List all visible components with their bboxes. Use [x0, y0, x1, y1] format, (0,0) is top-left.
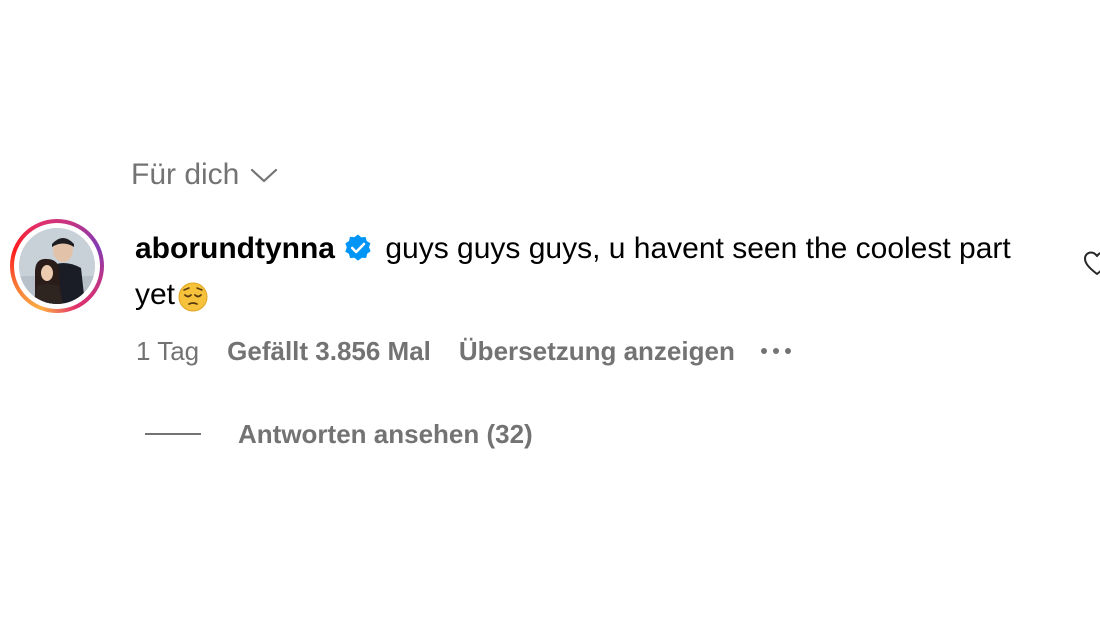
comment-timestamp: 1 Tag: [136, 336, 200, 366]
heart-icon[interactable]: [1082, 248, 1100, 278]
chevron-down-icon: [249, 165, 279, 185]
pensive-face-emoji-icon: [175, 278, 211, 314]
verified-badge-icon: [343, 231, 373, 261]
comment-filter-label: Für dich: [131, 158, 240, 191]
show-translation-link[interactable]: Übersetzung anzeigen: [459, 333, 735, 369]
comments-panel: Für dich aborundtynna guys guys guys, u …: [0, 0, 1100, 619]
comment-likes-count[interactable]: Gefällt 3.856 Mal: [227, 333, 431, 369]
comment-body: aborundtynna guys guys guys, u havent se…: [135, 226, 1015, 318]
more-options-icon[interactable]: [760, 333, 791, 369]
comment-meta: 1 Tag Gefällt 3.856 Mal Übersetzung anze…: [136, 333, 791, 369]
avatar[interactable]: [10, 219, 104, 313]
view-replies-button[interactable]: Antworten ansehen (32): [145, 416, 533, 452]
view-replies-label: Antworten ansehen (32): [238, 419, 533, 449]
comment-username[interactable]: aborundtynna: [135, 232, 335, 265]
comment-filter-dropdown[interactable]: Für dich: [131, 156, 279, 194]
replies-divider: [145, 433, 201, 435]
avatar-image: [19, 228, 95, 304]
